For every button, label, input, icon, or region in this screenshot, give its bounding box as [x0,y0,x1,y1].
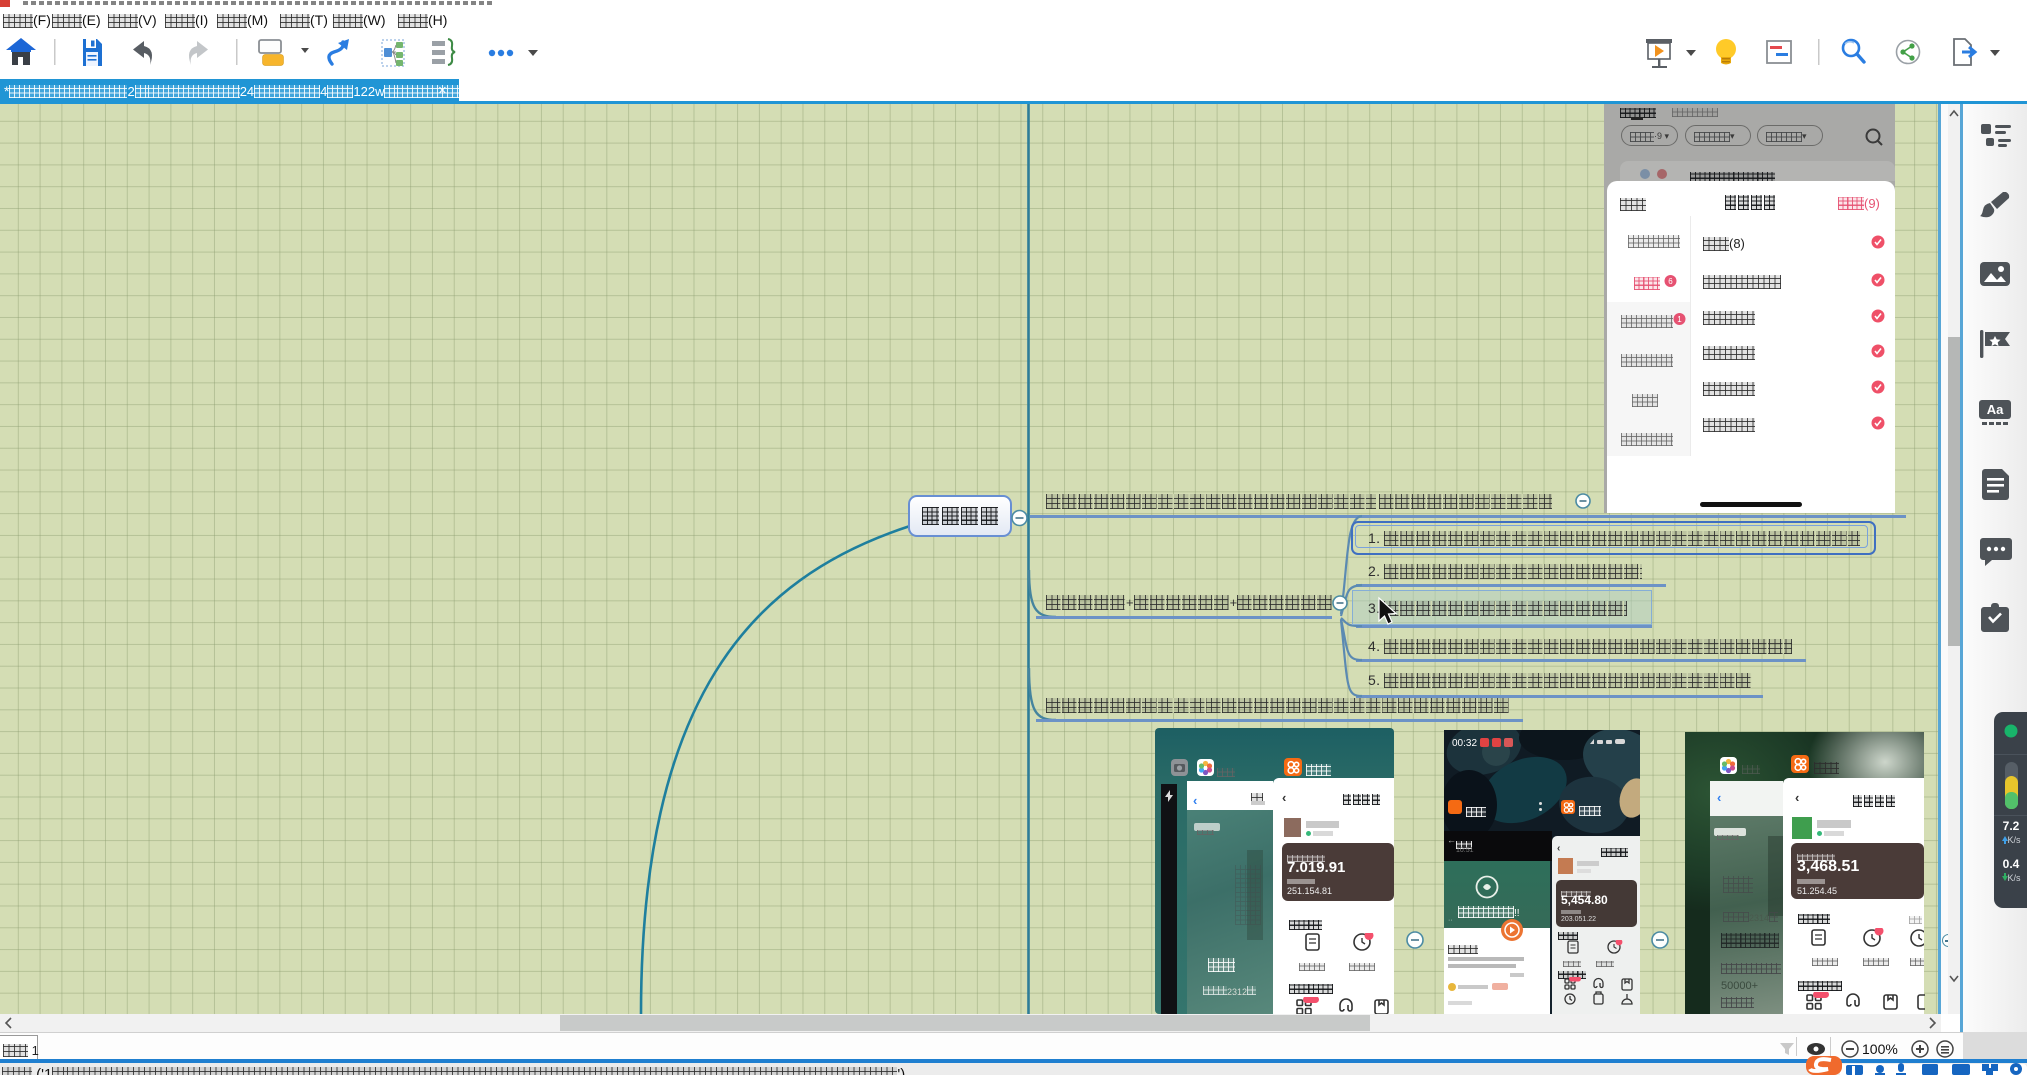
svg-text:7.2: 7.2 [2003,819,2020,833]
svg-text:00:32: 00:32 [1452,738,1477,749]
svg-text:6: 6 [1668,277,1673,286]
svg-text:K/s: K/s [2007,835,2021,845]
svg-text:Aa: Aa [1987,402,2004,417]
svg-text:1: 1 [1677,315,1682,324]
svg-text:K/s: K/s [2007,873,2021,883]
svg-text:0.4: 0.4 [2003,857,2020,871]
